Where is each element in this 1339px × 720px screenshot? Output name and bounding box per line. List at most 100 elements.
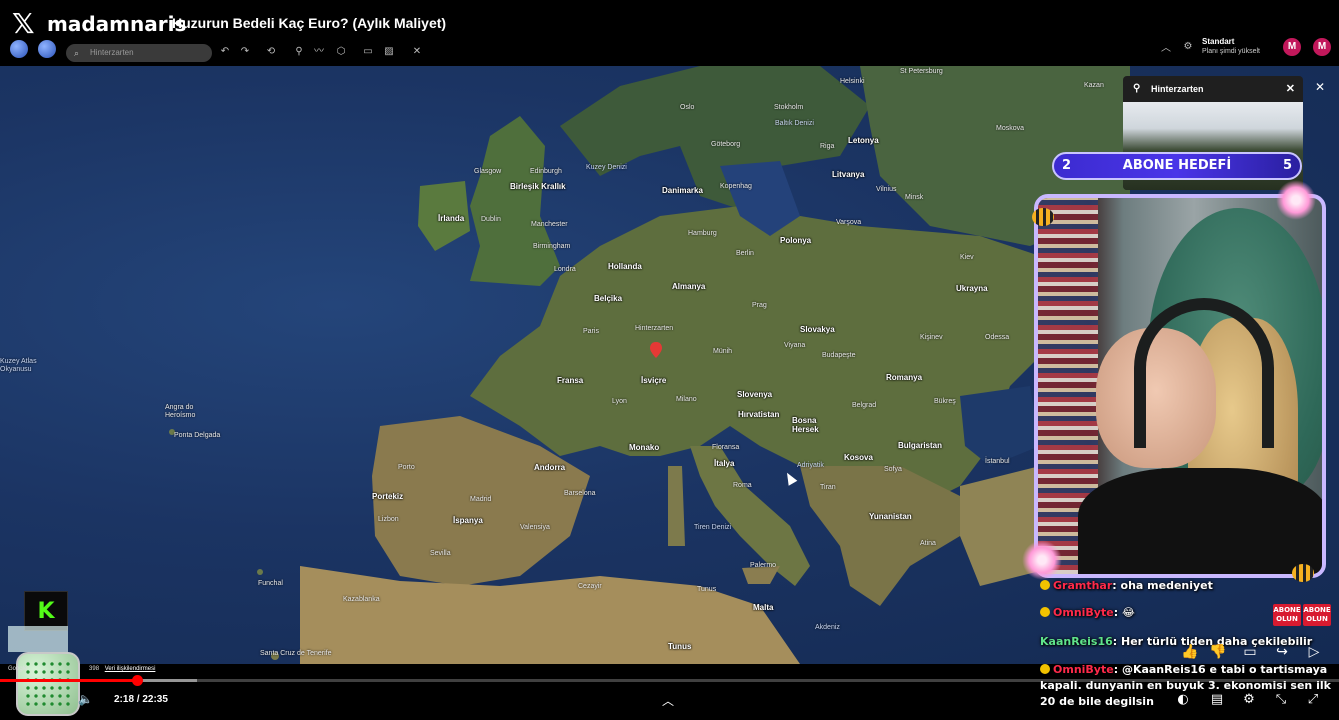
map-label-country: Romanya [886, 373, 923, 382]
map-label-city: Lizbon [378, 516, 399, 523]
streamer-body [1078, 468, 1322, 574]
pin-icon: ⚲ [1133, 83, 1141, 94]
map-label-city: Kiev [960, 254, 974, 261]
map-label-country: Kosova [844, 453, 873, 462]
chat-badge-icon [1040, 580, 1050, 590]
map-label-country: Hırvatistan [738, 410, 780, 419]
map-label-country: Hollanda [608, 262, 642, 271]
map-label-city: Tunus [697, 586, 717, 593]
search-icon: ⌕ [74, 48, 80, 58]
miniplayer-icon[interactable]: ⤡ [1272, 692, 1290, 707]
dislike-icon[interactable]: 👎 [1208, 644, 1228, 660]
earth-globe-icon[interactable] [10, 40, 28, 58]
close-panel-icon[interactable]: ✕ [1315, 80, 1325, 94]
map-label-city: Paris [583, 328, 599, 335]
autoplay-toggle-icon[interactable]: ◐ [1174, 692, 1192, 707]
share-arrow-icon[interactable]: ↪ [1272, 644, 1292, 660]
map-label-city: Kazablanka [343, 596, 380, 603]
map-label-country: Andorra [534, 463, 566, 472]
map-label-country: Slovakya [800, 325, 835, 334]
map-label-city: Belgrad [852, 402, 877, 409]
gear-icon[interactable]: ⚙ [1181, 40, 1195, 54]
map-label-city: Riga [820, 143, 835, 150]
settings-gear-icon[interactable]: ⚙ [1240, 692, 1258, 707]
chat-badge-icon [1040, 664, 1050, 674]
x-logo-icon: 𝕏 [12, 7, 35, 40]
subscribe-badge: ABONE OLUN [1273, 604, 1301, 626]
map-label-city: Varşova [836, 219, 862, 226]
map-label-sea: Kuzey Denizi [586, 164, 627, 171]
map-label-sea: Tiren Denizi [694, 524, 732, 531]
map-label-country: Bosna Hersek [792, 416, 819, 434]
close-icon[interactable]: ✕ [1286, 76, 1295, 102]
progress-scrubber[interactable] [131, 675, 143, 686]
map-label-city: Edinburgh [530, 168, 562, 175]
polygon-icon[interactable]: ⬡ [334, 45, 348, 59]
avatar[interactable]: M [1283, 38, 1301, 56]
map-label-country: Litvanya [832, 170, 865, 179]
map-label-city: Angra do Heroísmo [165, 404, 196, 419]
plan-name: Standart [1202, 37, 1235, 46]
subtitles-icon[interactable]: ▤ [1208, 692, 1226, 707]
avatar[interactable]: M [1313, 38, 1331, 56]
placemark-icon[interactable]: ⚲ [292, 45, 306, 59]
flower-decoration-icon [1276, 180, 1316, 220]
plan-info[interactable]: Standart Planı şimdi yükselt [1202, 37, 1260, 57]
map-label-city: Kopenhag [720, 183, 752, 190]
history-icon[interactable]: ⟲ [264, 45, 278, 59]
undo-icon[interactable]: ↶ [218, 45, 232, 59]
map-label-city: Londra [554, 266, 576, 273]
comment-icon[interactable]: ▭ [1240, 644, 1260, 660]
map-label-city: Hamburg [688, 230, 717, 237]
video-progress-bar[interactable] [0, 675, 1339, 686]
earth-layers-icon[interactable] [38, 40, 56, 58]
gem-jar-icon [16, 652, 80, 716]
data-attribution-link[interactable]: Veri ilişkilendirmesi [105, 666, 156, 672]
chat-text: oha medeniyet [1120, 579, 1213, 592]
map-label-country: İrlanda [438, 214, 465, 223]
attribution-number: 398 [89, 666, 100, 672]
map-label-country: İsviçre [641, 376, 667, 385]
map-label-city: Porto [398, 464, 415, 471]
map-label-city: Valensiya [520, 524, 550, 531]
like-icon[interactable]: 👍 [1180, 644, 1200, 660]
map-label-country: Yunanistan [869, 512, 912, 521]
plan-upgrade: Planı şimdi yükselt [1202, 48, 1260, 55]
place-info-header: ⚲ Hinterzarten ✕ [1123, 76, 1303, 102]
chevron-up-icon[interactable]: ︿ [1159, 42, 1173, 56]
image-overlay-icon[interactable]: ▨ [382, 45, 396, 59]
share-icon[interactable]: ✕ [410, 45, 424, 59]
video-player[interactable]: Birleşik Krallık İrlanda Danimarka Leton… [0, 0, 1339, 720]
chevron-up-icon[interactable]: ︿ [662, 692, 674, 709]
map-label-city: Glasgow [474, 168, 502, 175]
next-icon[interactable]: ▷ [1304, 644, 1324, 660]
subscribe-overlay: ABONE OLUNABONE OLUN [1273, 604, 1337, 634]
map-label-country: İtalya [714, 459, 735, 468]
map-label-country: İspanya [453, 516, 483, 525]
volume-icon[interactable]: 🔈 [78, 692, 93, 706]
fullscreen-icon[interactable]: ⤢ [1304, 692, 1322, 707]
earth-search-input[interactable]: ⌕ Hinterzarten [66, 44, 212, 62]
map-label-city: Odessa [985, 334, 1010, 341]
subscriber-goal-target: 5 [1282, 158, 1292, 173]
channel-name: madamnaris [47, 12, 187, 36]
map-label-city: Kişinev [920, 334, 943, 341]
map-label-country: Fransa [557, 376, 584, 385]
map-label-city: İstanbul [985, 458, 1010, 465]
map-label-country: Almanya [672, 282, 706, 291]
top-bar: 𝕏 madamnaris Huzurun Bedeli Kaç Euro? (A… [0, 0, 1339, 66]
chat-text: 😂 [1121, 606, 1135, 619]
map-label-city: Göteborg [711, 141, 741, 148]
map-label-city: Santa Cruz de Tenerife [260, 650, 332, 657]
map-label-country: Birleşik Krallık [510, 182, 566, 191]
path-icon[interactable]: 〰 [312, 45, 326, 59]
map-label-city-hinterzarten: Hinterzarten [635, 325, 674, 332]
attribution-text: Google [8, 666, 28, 672]
map-label-city: Helsinki [840, 78, 865, 85]
map-label-city: Berlin [736, 250, 754, 257]
ruler-icon[interactable]: ▭ [361, 45, 375, 59]
redo-icon[interactable]: ↷ [238, 45, 252, 59]
map-label-city: Budapeşte [822, 352, 856, 359]
map-label-ocean: Kuzey Atlas Okyanusu [0, 358, 37, 373]
map-label-city: Floransa [712, 444, 740, 451]
